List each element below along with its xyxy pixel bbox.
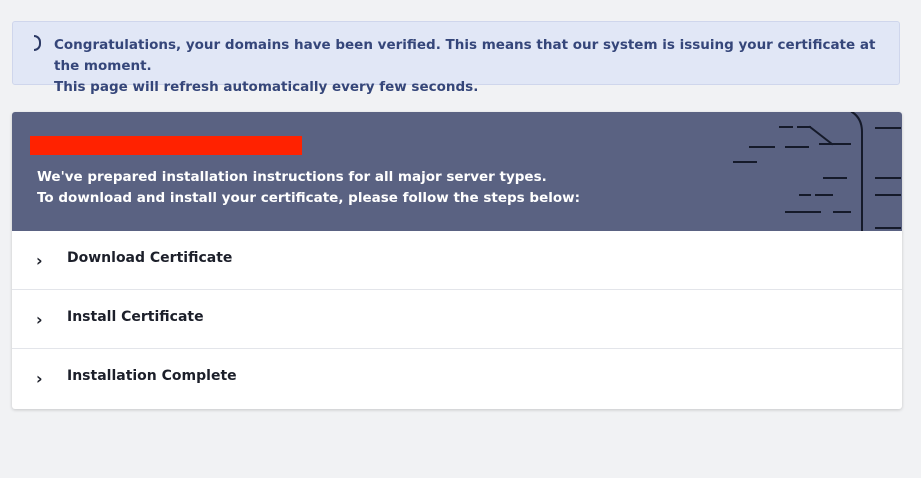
banner-instructions: We've prepared installation instructions… — [37, 169, 581, 206]
instructions-banner: We've prepared installation instructions… — [12, 112, 902, 231]
verification-notice: Congratulations, your domains have been … — [12, 21, 900, 95]
step-label: Download Certificate — [67, 250, 233, 266]
redacted-heading — [30, 136, 302, 155]
chevron-right-icon: › — [36, 310, 43, 329]
step-install-certificate[interactable]: › Install Certificate — [12, 290, 902, 349]
step-label: Installation Complete — [67, 368, 237, 384]
chevron-right-icon: › — [36, 369, 43, 388]
spinner-icon — [34, 35, 41, 51]
chevron-right-icon: › — [36, 251, 43, 270]
notice-text: Congratulations, your domains have been … — [54, 37, 876, 95]
certificate-install-card: We've prepared installation instructions… — [12, 112, 902, 409]
step-label: Install Certificate — [67, 309, 204, 325]
step-installation-complete[interactable]: › Installation Complete — [12, 349, 902, 408]
step-download-certificate[interactable]: › Download Certificate — [12, 231, 902, 290]
steps-accordion: › Download Certificate › Install Certifi… — [12, 231, 902, 408]
server-illustration — [733, 112, 901, 231]
